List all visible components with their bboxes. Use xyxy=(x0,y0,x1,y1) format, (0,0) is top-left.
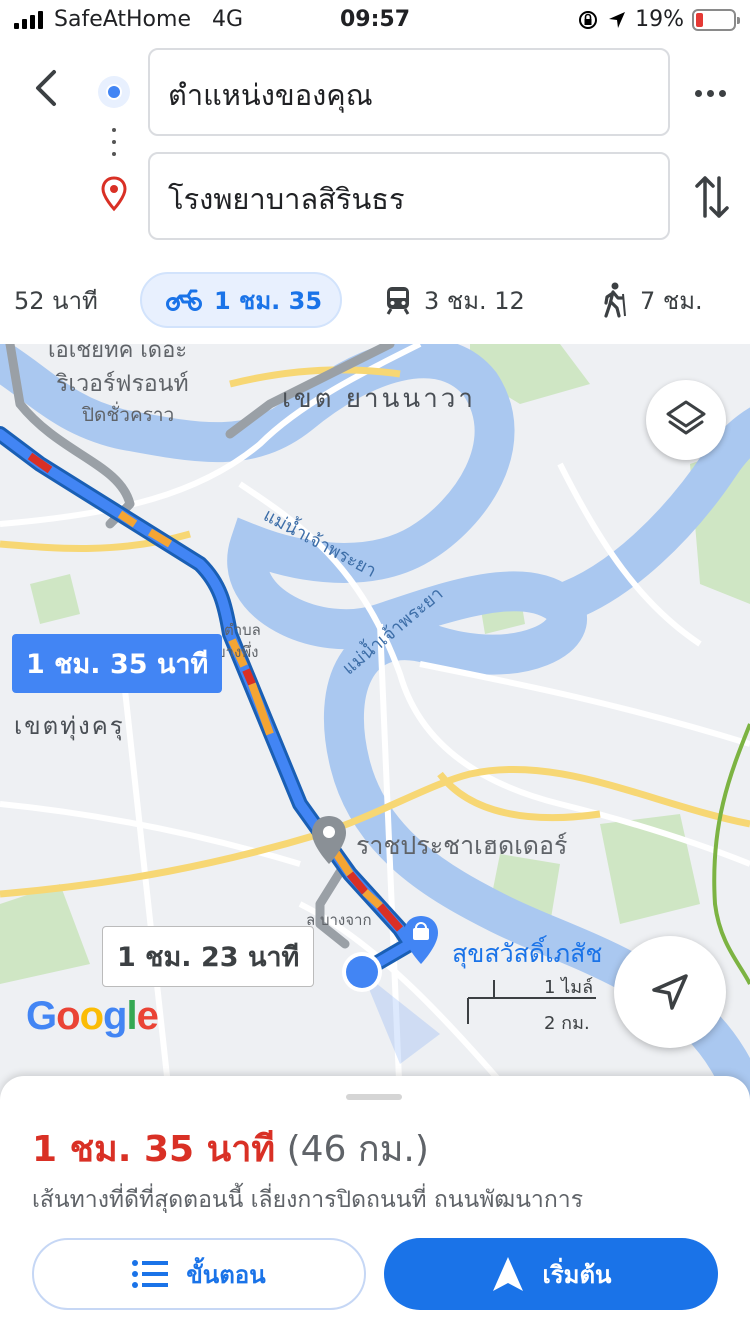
locate-button[interactable] xyxy=(614,936,726,1048)
navigation-arrow-icon xyxy=(652,974,688,1010)
navigation-icon xyxy=(492,1257,523,1291)
route-distance: (46 กม.) xyxy=(286,1129,429,1170)
walking-icon xyxy=(604,282,626,318)
battery-percent: 19% xyxy=(635,7,684,32)
sheet-handle[interactable] xyxy=(346,1094,402,1100)
rotation-lock-icon xyxy=(579,10,598,29)
route-description: เส้นทางที่ดีที่สุดตอนนี้ เลี่ยงการปิดถนน… xyxy=(32,1187,584,1213)
map-label-bang-chak: ล บางจาก xyxy=(306,911,372,929)
map-label-tambon: ตำบล xyxy=(224,621,261,639)
start-button[interactable]: เริ่มต้น xyxy=(384,1238,718,1310)
battery-fill xyxy=(696,12,703,27)
battery-icon xyxy=(692,8,740,31)
more-icon[interactable] xyxy=(690,78,730,108)
map-label-bang-phueng: บางพึ่ง xyxy=(216,643,259,661)
status-bar: SafeAtHome 4G 09:57 19% xyxy=(0,0,750,40)
map-label-temporarily-closed: ปิดชั่วคราว xyxy=(82,404,175,426)
map-label-yannawa: เขต ยานนาวา xyxy=(282,384,476,414)
destination-field[interactable]: โรงพยาบาลสิรินธร xyxy=(148,152,670,240)
alt-route-time[interactable]: 1 ชม. 23 นาที xyxy=(102,926,315,987)
map-label-riverfront: ริเวอร์ฟรอนท์ xyxy=(56,371,189,397)
map-label-thung-khru: เขตทุ่งครุ xyxy=(14,712,125,740)
origin-dot-icon xyxy=(98,76,130,108)
pharmacy-pin-icon[interactable] xyxy=(402,914,440,966)
mode-transit-label: 3 ชม. 12 xyxy=(424,286,525,315)
origin-field[interactable]: ตำแหน่งของคุณ xyxy=(148,48,670,136)
map-label-asiatique: เอเชียทีค เดอะ xyxy=(48,344,188,363)
mode-transit[interactable]: 3 ชม. 12 xyxy=(384,272,525,328)
google-logo: Google xyxy=(26,994,159,1038)
route-duration: 1 ชม. 35 นาที xyxy=(32,1129,276,1170)
place-label-1[interactable]: ราชประชาเฮดเดอร์ xyxy=(356,826,567,866)
layers-icon xyxy=(666,400,706,435)
route-summary-sheet: 1 ชม. 35 นาที (46 กม.) เส้นทางที่ดีที่สุ… xyxy=(0,1076,750,1334)
mode-walk[interactable]: 7 ชม. xyxy=(600,272,703,328)
swap-icon[interactable] xyxy=(692,172,732,222)
back-icon[interactable] xyxy=(28,66,64,110)
scale-miles: 1 ไมล์ xyxy=(544,977,594,998)
steps-button[interactable]: ขั้นตอน xyxy=(32,1238,366,1310)
start-label: เริ่มต้น xyxy=(542,1260,612,1289)
list-icon xyxy=(132,1260,169,1288)
motorcycle-icon xyxy=(166,289,202,311)
layers-button[interactable] xyxy=(646,380,726,460)
mode-car[interactable]: 52 นาที xyxy=(14,272,98,328)
route-summary: 1 ชม. 35 นาที (46 กม.) xyxy=(32,1120,429,1177)
mode-walk-label: 7 ชม. xyxy=(640,286,703,315)
map-view[interactable]: เอเชียทีค เดอะ ริเวอร์ฟรอนท์ ปิดชั่วคราว… xyxy=(0,344,750,1104)
mode-motorcycle[interactable]: 1 ชม. 35 xyxy=(140,272,342,328)
mode-motorcycle-label: 1 ชม. 35 xyxy=(214,286,323,315)
travel-mode-bar: 52 นาที 1 ชม. 35 3 ชม. 12 7 ชม. xyxy=(0,256,750,346)
train-icon xyxy=(386,287,410,315)
place-pin-icon[interactable] xyxy=(310,814,348,866)
mode-car-label: 52 นาที xyxy=(14,286,98,315)
destination-pin-icon xyxy=(101,176,127,212)
scale-km: 2 กม. xyxy=(544,1013,590,1034)
place-label-2[interactable]: สุขสวัสดิ์เภสัช xyxy=(452,934,602,974)
location-arrow-icon xyxy=(609,11,626,28)
primary-route-time[interactable]: 1 ชม. 35 นาที xyxy=(12,634,223,693)
route-connector xyxy=(112,128,116,164)
steps-label: ขั้นตอน xyxy=(186,1260,266,1289)
